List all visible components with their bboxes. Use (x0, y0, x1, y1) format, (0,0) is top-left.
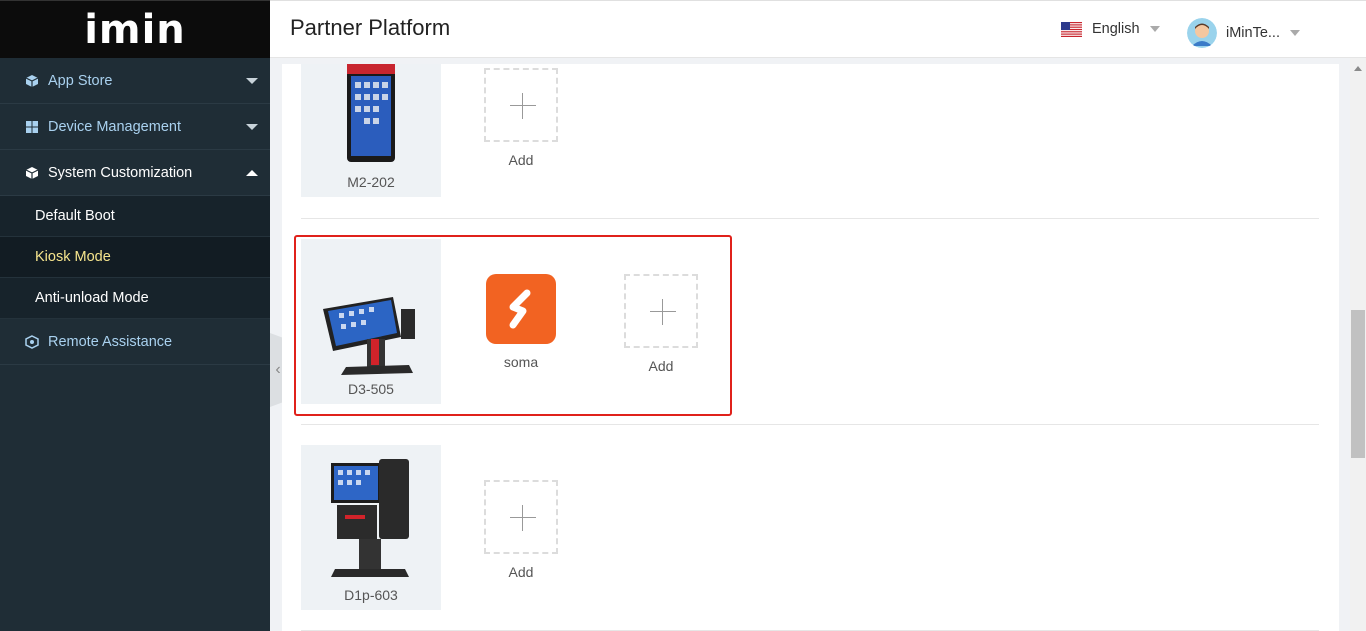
avatar (1187, 18, 1217, 48)
chevron-down-icon (1149, 26, 1160, 32)
plus-icon-vertical (662, 299, 663, 325)
submenu-item-kiosk-mode[interactable]: Kiosk Mode (0, 237, 270, 278)
submenu-item-anti-unload-mode[interactable]: Anti-unload Mode (0, 278, 270, 319)
logo-bar: imin (0, 0, 270, 58)
settings-cube-icon (24, 334, 40, 350)
plus-icon (510, 105, 536, 106)
device-card-d1p-603: D1p-603 (301, 445, 441, 610)
device-image (323, 297, 415, 375)
row-divider (301, 424, 1319, 425)
sidebar-item-app-store[interactable]: App Store (0, 58, 270, 104)
chevron-up-icon (246, 169, 258, 176)
chevron-left-icon: ‹ (275, 361, 281, 378)
plus-icon-vertical (522, 505, 523, 531)
page-title: Partner Platform (290, 15, 451, 40)
sidebar: imin App Store Device Management System … (0, 0, 270, 631)
cube-icon (24, 165, 40, 181)
add-label: Add (648, 358, 674, 374)
main-content: M2-202 Add D3-505 soma Add D1p-603 Add (282, 64, 1339, 631)
grid-icon (24, 119, 40, 135)
device-name: M2-202 (347, 174, 395, 190)
scroll-up-icon[interactable] (1354, 66, 1362, 71)
submenu-system-customization: Default Boot Kiosk Mode Anti-unload Mode (0, 196, 270, 319)
plus-icon (510, 517, 536, 518)
language-label: English (1092, 21, 1140, 37)
sidebar-item-system-customization[interactable]: System Customization (0, 150, 270, 196)
user-menu[interactable]: iMinTe... (1187, 18, 1300, 48)
device-image (331, 459, 409, 577)
cube-icon (24, 73, 40, 89)
add-label: Add (508, 152, 534, 168)
plus-icon (650, 311, 676, 312)
device-card-d3-505: D3-505 (301, 239, 441, 404)
sidebar-item-label: System Customization (48, 164, 193, 181)
device-image (347, 64, 395, 162)
plus-icon-vertical (522, 93, 523, 119)
submenu-item-default-boot[interactable]: Default Boot (0, 196, 270, 237)
soma-app-icon[interactable] (486, 274, 556, 344)
sidebar-item-remote-assistance[interactable]: Remote Assistance (0, 319, 270, 365)
app-name: soma (503, 354, 539, 370)
chevron-down-icon (246, 77, 258, 84)
user-name: iMinTe... (1226, 25, 1280, 41)
device-name: D1p-603 (344, 587, 398, 603)
scrollbar[interactable] (1350, 58, 1366, 631)
sidebar-item-label: App Store (48, 72, 113, 89)
language-selector[interactable]: English (1061, 21, 1160, 37)
top-header: Partner Platform English iMinTe... (270, 0, 1366, 58)
sidebar-item-label: Remote Assistance (48, 333, 173, 350)
device-name: D3-505 (348, 381, 394, 397)
add-app-button[interactable] (484, 480, 558, 554)
imin-logo[interactable]: imin (84, 10, 186, 50)
add-app-button[interactable] (624, 274, 698, 348)
row-divider (301, 218, 1319, 219)
chevron-down-icon (246, 123, 258, 130)
scrollbar-thumb[interactable] (1351, 310, 1365, 458)
device-card-m2-202: M2-202 (301, 64, 441, 197)
add-label: Add (508, 564, 534, 580)
add-app-button[interactable] (484, 68, 558, 142)
sidebar-item-device-management[interactable]: Device Management (0, 104, 270, 150)
sidebar-item-label: Device Management (48, 118, 181, 135)
us-flag-icon (1061, 21, 1082, 37)
chevron-down-icon (1290, 30, 1300, 36)
